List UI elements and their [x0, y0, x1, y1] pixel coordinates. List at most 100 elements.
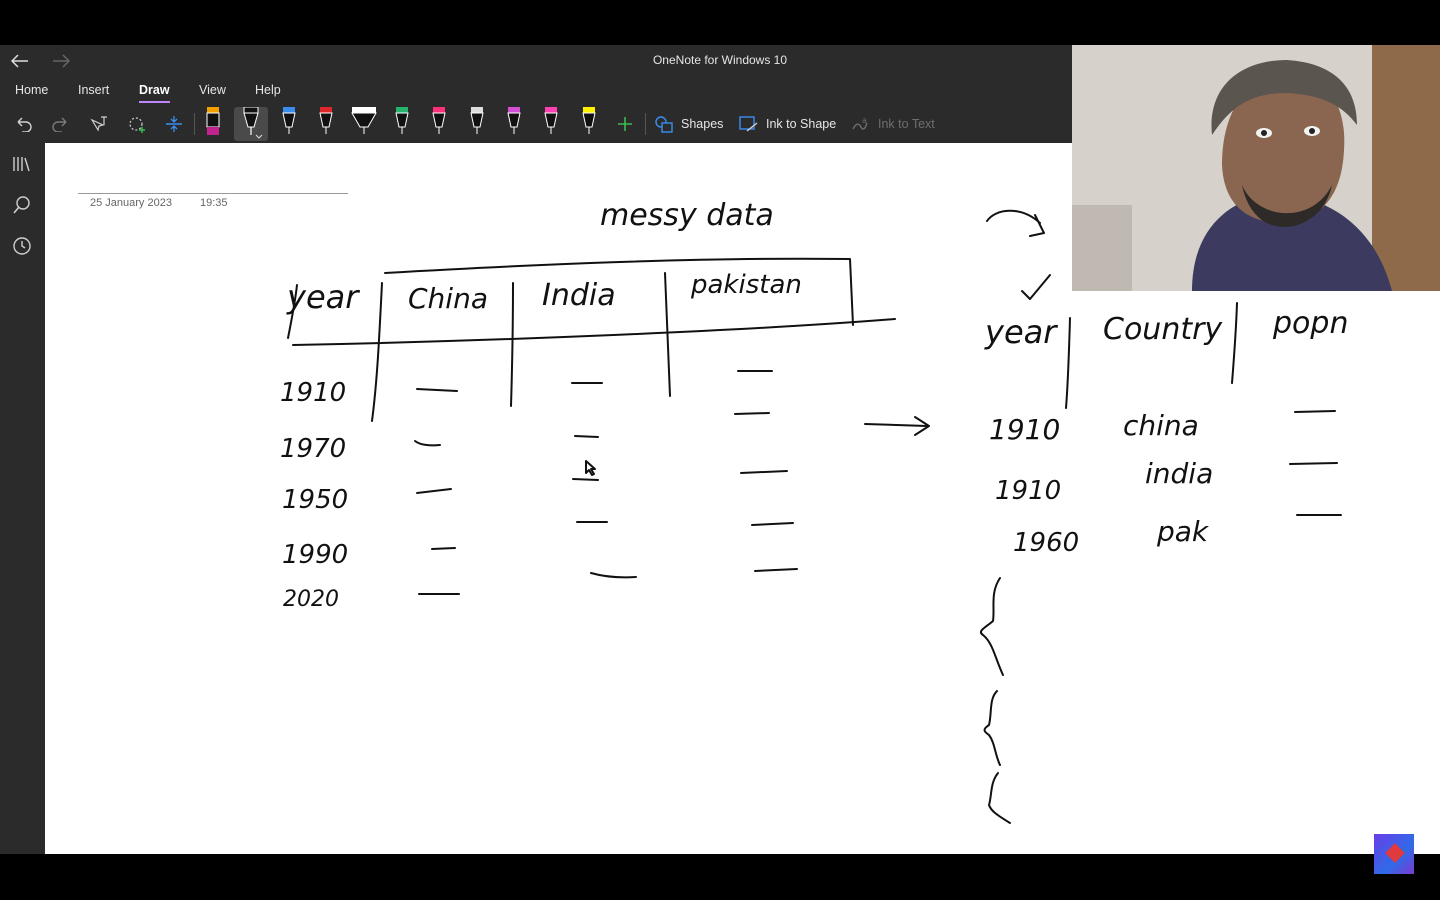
highlighter-orange[interactable]: [201, 107, 225, 141]
ink-header-india: India: [542, 278, 616, 313]
ink-value-dash: [590, 572, 637, 579]
ink-value-dash: [734, 412, 770, 415]
tab-view[interactable]: View: [199, 83, 226, 97]
ink-brace: [983, 690, 1001, 766]
letterbox-bottom: [0, 854, 1440, 900]
ink-col-divider-2: [510, 282, 514, 407]
undo-button[interactable]: [10, 113, 36, 135]
redo-icon: [52, 117, 67, 132]
undo-icon: [17, 117, 32, 132]
ink-right-row-1-country: china: [1123, 409, 1199, 442]
svg-text:a: a: [862, 116, 867, 125]
ink-right-header-year: year: [984, 313, 1058, 351]
ink-to-text-label: Ink to Text: [878, 117, 935, 131]
pen-icon: [432, 107, 446, 134]
ink-right-header-popn: popn: [1272, 306, 1348, 341]
pen-icon: [470, 107, 484, 134]
pen-icon: [507, 107, 521, 134]
ink-col-divider-1: [371, 282, 383, 422]
plus-icon: [618, 117, 632, 131]
letterbox-top: [0, 0, 1440, 45]
ink-year-3: 1950: [282, 485, 348, 515]
pen-icon: [243, 107, 263, 139]
ink-header-china: China: [408, 282, 488, 315]
lasso-icon: [129, 117, 145, 133]
ink-to-text-icon: a: [852, 116, 868, 130]
pen-icon: [282, 107, 296, 134]
ink-col-divider-3: [664, 272, 671, 397]
pen-icon: [351, 107, 377, 134]
pen-green[interactable]: [390, 107, 414, 141]
ink-right-row-3-year: 1960: [1013, 528, 1079, 558]
ink-to-shape-label: Ink to Shape: [766, 117, 837, 131]
add-space-button[interactable]: [161, 113, 187, 135]
add-pen-button[interactable]: [612, 113, 638, 135]
pen-pink[interactable]: [427, 107, 451, 141]
tab-draw[interactable]: Draw: [139, 83, 170, 103]
ink-header-year: year: [286, 278, 360, 316]
webcam-overlay: [1072, 45, 1440, 291]
ink-right-header-country: Country: [1103, 312, 1223, 347]
pen-magenta[interactable]: [539, 107, 563, 141]
ink-value-dash: [751, 522, 794, 526]
highlighter-yellow[interactable]: [577, 107, 601, 141]
type-select-button[interactable]: [86, 113, 112, 135]
add-space-icon: [166, 116, 182, 132]
pen-silver[interactable]: [465, 107, 489, 141]
pen-purple[interactable]: [502, 107, 526, 141]
ink-arrow: [864, 416, 930, 436]
shapes-label: Shapes: [681, 117, 724, 131]
ink-to-text-button[interactable]: a Ink to Text: [851, 114, 935, 134]
ink-right-row-3-country: pak: [1156, 515, 1210, 548]
ink-year-1: 1910: [280, 378, 346, 408]
shapes-icon: [655, 116, 673, 133]
recent-notes-button[interactable]: [10, 234, 34, 258]
pen-icon: [544, 107, 558, 134]
ink-curved-arrow: [986, 209, 1045, 237]
ink-value-dash: [574, 435, 599, 438]
redo-button[interactable]: [48, 113, 74, 135]
ink-header-underline: [292, 318, 896, 346]
pen-icon: [395, 107, 409, 134]
ink-brace: [988, 772, 1011, 824]
pen-icon: [319, 107, 333, 134]
ink-to-shape-icon: [739, 116, 758, 132]
ink-brace: [979, 577, 1004, 676]
notebooks-icon: [13, 157, 30, 172]
pen-white[interactable]: [350, 107, 378, 141]
ink-value-dash: [1289, 462, 1338, 465]
ink-value-dash: [416, 488, 452, 494]
tab-insert[interactable]: Insert: [78, 83, 109, 97]
ink-right-row-2-country: india: [1145, 457, 1213, 490]
pen-blue[interactable]: [277, 107, 301, 141]
search-button[interactable]: [10, 193, 34, 217]
tab-help[interactable]: Help: [255, 83, 281, 97]
ink-value-dash: [1294, 410, 1336, 413]
clock-icon: [13, 237, 31, 255]
ink-value-dash: [414, 440, 441, 447]
highlighter-icon: [582, 107, 596, 134]
ink-year-4: 1990: [282, 540, 348, 570]
ink-check-mark: [1021, 274, 1051, 300]
cursor-icon: [585, 460, 596, 476]
ink-to-shape-button[interactable]: Ink to Shape: [739, 114, 836, 134]
channel-logo: [1374, 834, 1414, 874]
highlighter-icon: [206, 107, 220, 135]
ink-right-divider-2: [1231, 302, 1238, 384]
search-icon: [13, 196, 30, 214]
pen-black-selected[interactable]: [234, 107, 268, 141]
ink-value-dash: [740, 470, 788, 474]
ink-value-dash: [416, 388, 458, 392]
ink-right-row-2-year: 1910: [995, 476, 1061, 506]
tab-home[interactable]: Home: [15, 83, 48, 97]
ink-header-pakistan: pakistan: [690, 270, 802, 300]
ink-value-dash: [431, 547, 456, 550]
ink-year-5: 2020: [283, 587, 339, 612]
ink-value-dash: [754, 568, 798, 572]
shapes-button[interactable]: Shapes: [654, 114, 723, 134]
ink-value-dash: [572, 478, 599, 481]
pen-red[interactable]: [314, 107, 338, 141]
presenter-video: [1072, 45, 1440, 291]
lasso-select-button[interactable]: [124, 113, 150, 135]
notebooks-button[interactable]: [10, 152, 34, 176]
